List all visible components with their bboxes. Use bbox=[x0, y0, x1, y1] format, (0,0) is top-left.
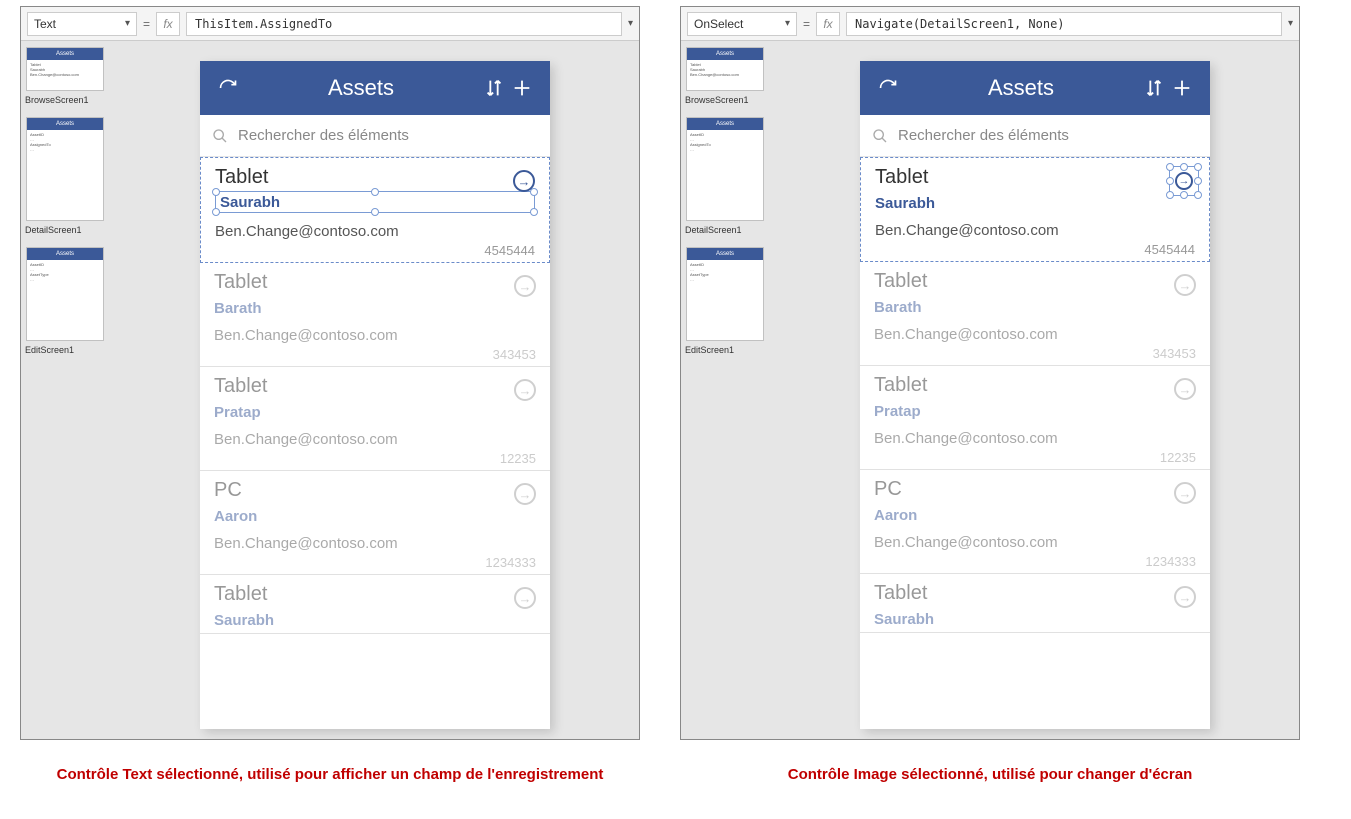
next-arrow-icon[interactable]: → bbox=[513, 170, 535, 192]
chevron-down-icon: ▾ bbox=[125, 18, 130, 29]
screen-thumbnails: AssetsTabletSaurabhBen.Change@contoso.co… bbox=[681, 41, 771, 739]
list-item[interactable]: Tablet Barath Ben.Change@contoso.com 343… bbox=[200, 263, 550, 367]
next-arrow-icon[interactable]: → bbox=[1174, 482, 1196, 504]
next-arrow-icon[interactable]: → bbox=[514, 483, 536, 505]
screen-thumbnails: AssetsTabletSaurabhBen.Change@contoso.co… bbox=[21, 41, 111, 739]
search-icon bbox=[872, 128, 888, 144]
thumb-edit[interactable]: AssetsAssetID…AssetType… EditScreen1 bbox=[683, 247, 767, 355]
list-item[interactable]: PC Aaron Ben.Change@contoso.com 1234333 … bbox=[200, 471, 550, 575]
formula-bar: OnSelect ▾ = fx Navigate(DetailScreen1, … bbox=[681, 7, 1299, 41]
sort-icon[interactable] bbox=[1140, 74, 1168, 102]
search-bar[interactable]: Rechercher des éléments bbox=[860, 115, 1210, 157]
formula-chevron-down-icon[interactable]: ▾ bbox=[628, 18, 633, 29]
item-body: Ben.Change@contoso.com bbox=[215, 223, 535, 240]
thumb-browse[interactable]: AssetsTabletSaurabhBen.Change@contoso.co… bbox=[23, 47, 107, 105]
search-bar[interactable]: Rechercher des éléments bbox=[200, 115, 550, 157]
refresh-icon[interactable] bbox=[874, 74, 902, 102]
list-item[interactable]: Tablet Saurabh → bbox=[200, 575, 550, 634]
search-placeholder: Rechercher des éléments bbox=[238, 127, 409, 144]
gallery: Tablet Saurabh Ben.Change@contoso.com 45… bbox=[860, 157, 1210, 729]
equals-icon: = bbox=[803, 17, 810, 31]
app-header: Assets bbox=[200, 61, 550, 115]
selected-text-control[interactable]: Saurabh bbox=[215, 191, 535, 213]
item-subtitle: Saurabh bbox=[875, 195, 1195, 212]
property-selector-value: Text bbox=[34, 17, 56, 31]
add-icon[interactable] bbox=[508, 74, 536, 102]
sort-icon[interactable] bbox=[480, 74, 508, 102]
next-arrow-icon[interactable]: → bbox=[1174, 378, 1196, 400]
property-selector[interactable]: Text ▾ bbox=[27, 12, 137, 36]
formula-chevron-down-icon[interactable]: ▾ bbox=[1288, 18, 1293, 29]
item-title: Tablet bbox=[215, 166, 535, 189]
equals-icon: = bbox=[143, 17, 150, 31]
list-item[interactable]: Tablet Barath Ben.Change@contoso.com 343… bbox=[860, 262, 1210, 366]
design-canvas: Assets Rechercher des éléments bbox=[111, 41, 639, 739]
fx-icon[interactable]: fx bbox=[816, 12, 840, 36]
thumb-browse[interactable]: AssetsTabletSaurabhBen.Change@contoso.co… bbox=[683, 47, 767, 105]
property-selector[interactable]: OnSelect ▾ bbox=[687, 12, 797, 36]
item-subtitle: Saurabh bbox=[220, 194, 280, 211]
design-canvas: Assets Rechercher des éléments bbox=[771, 41, 1299, 739]
property-selector-value: OnSelect bbox=[694, 17, 743, 31]
app-header: Assets bbox=[860, 61, 1210, 115]
item-title: Tablet bbox=[875, 166, 1195, 189]
list-item[interactable]: PC Aaron Ben.Change@contoso.com 1234333 … bbox=[860, 470, 1210, 574]
formula-bar: Text ▾ = fx ThisItem.AssignedTo ▾ bbox=[21, 7, 639, 41]
formula-text: ThisItem.AssignedTo bbox=[195, 17, 332, 31]
list-item[interactable]: Tablet Saurabh → bbox=[860, 574, 1210, 633]
gallery: Tablet Saurabh Ben.Change@contoso.com 45… bbox=[200, 157, 550, 729]
left-panel: Text ▾ = fx ThisItem.AssignedTo ▾ Assets… bbox=[20, 6, 640, 740]
list-item[interactable]: Tablet Pratap Ben.Change@contoso.com 122… bbox=[860, 366, 1210, 470]
next-arrow-icon[interactable]: → bbox=[1174, 274, 1196, 296]
phone-preview: Assets Rechercher des éléments bbox=[200, 61, 550, 729]
item-meta: 4545444 bbox=[1144, 242, 1195, 257]
next-arrow-icon[interactable]: → bbox=[514, 275, 536, 297]
item-meta: 4545444 bbox=[484, 243, 535, 258]
app-title: Assets bbox=[242, 75, 480, 101]
item-body: Ben.Change@contoso.com bbox=[875, 222, 1195, 239]
next-arrow-icon[interactable]: → bbox=[1174, 586, 1196, 608]
next-arrow-icon[interactable]: → bbox=[514, 587, 536, 609]
thumb-detail[interactable]: AssetsAssetID…AssignedTo… DetailScreen1 bbox=[23, 117, 107, 235]
phone-preview: Assets Rechercher des éléments bbox=[860, 61, 1210, 729]
left-caption: Contrôle Text sélectionné, utilisé pour … bbox=[20, 766, 640, 783]
list-item[interactable]: Tablet Pratap Ben.Change@contoso.com 122… bbox=[200, 367, 550, 471]
right-panel: OnSelect ▾ = fx Navigate(DetailScreen1, … bbox=[680, 6, 1300, 740]
formula-input[interactable]: ThisItem.AssignedTo bbox=[186, 12, 622, 36]
selected-image-control[interactable]: → bbox=[1169, 166, 1199, 196]
list-item[interactable]: Tablet Saurabh Ben.Change@contoso.com 45… bbox=[860, 157, 1210, 262]
next-arrow-icon: → bbox=[1175, 172, 1193, 190]
fx-icon[interactable]: fx bbox=[156, 12, 180, 36]
refresh-icon[interactable] bbox=[214, 74, 242, 102]
search-icon bbox=[212, 128, 228, 144]
next-arrow-icon[interactable]: → bbox=[514, 379, 536, 401]
list-item[interactable]: Tablet Saurabh Ben.Change@contoso.com 45… bbox=[200, 157, 550, 263]
chevron-down-icon: ▾ bbox=[785, 18, 790, 29]
search-placeholder: Rechercher des éléments bbox=[898, 127, 1069, 144]
app-title: Assets bbox=[902, 75, 1140, 101]
thumb-detail[interactable]: AssetsAssetID…AssignedTo… DetailScreen1 bbox=[683, 117, 767, 235]
right-caption: Contrôle Image sélectionné, utilisé pour… bbox=[680, 766, 1300, 783]
formula-text: Navigate(DetailScreen1, None) bbox=[855, 17, 1065, 31]
formula-input[interactable]: Navigate(DetailScreen1, None) bbox=[846, 12, 1282, 36]
add-icon[interactable] bbox=[1168, 74, 1196, 102]
thumb-edit[interactable]: AssetsAssetID…AssetType… EditScreen1 bbox=[23, 247, 107, 355]
